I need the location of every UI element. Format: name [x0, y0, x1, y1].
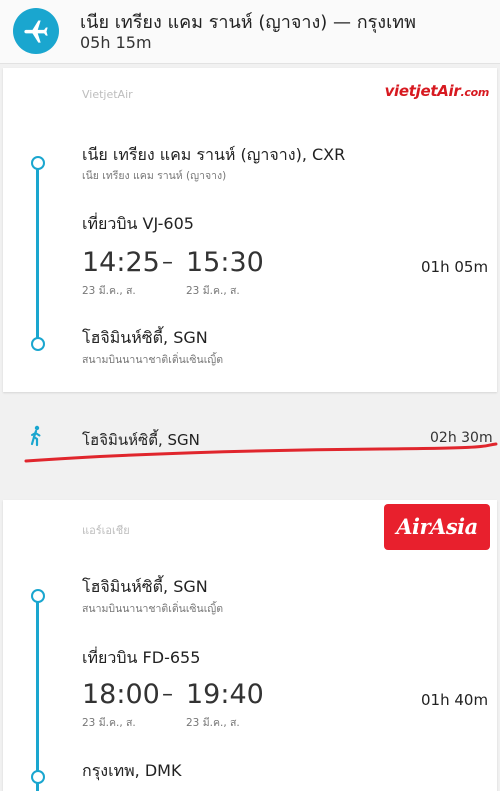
- total-duration: 05h 15m: [80, 33, 152, 52]
- flight-segment-card-2[interactable]: แอร์เอเชีย AirAsia โฮจิมินห์ซิตี้, SGN ส…: [3, 500, 497, 791]
- airasia-logo: AirAsia: [384, 504, 490, 550]
- arrival-date: 23 มี.ค., ส.: [186, 717, 240, 729]
- time-separator: –: [162, 250, 173, 275]
- arrival-time: 19:40: [186, 679, 264, 710]
- timeline-line: [36, 596, 39, 791]
- timeline-dot-departure: [31, 589, 45, 603]
- route-title: เนีย เทรียง แคม รานห์ (ญาจาง) — กรุงเทพ: [80, 12, 416, 33]
- trip-header: เนีย เทรียง แคม รานห์ (ญาจาง) — กรุงเทพ …: [0, 0, 500, 64]
- time-separator: –: [162, 682, 173, 707]
- departure-time: 14:25: [82, 247, 160, 278]
- flight-number: เที่ยวบิน FD-655: [82, 648, 201, 667]
- arrival-place: กรุงเทพ, DMK: [82, 761, 182, 780]
- arrival-date: 23 มี.ค., ส.: [186, 285, 240, 297]
- airline-name: VietjetAir: [82, 88, 133, 101]
- arrival-time: 15:30: [186, 247, 264, 278]
- vietjet-logo: vietjetAir.com: [384, 82, 490, 100]
- timeline-dot-arrival: [31, 337, 45, 351]
- airplane-icon: [13, 8, 59, 54]
- segment-duration: 01h 40m: [421, 691, 489, 709]
- departure-date: 23 มี.ค., ส.: [82, 717, 136, 729]
- departure-airport: เนีย เทรียง แคม รานห์ (ญาจาง): [82, 170, 227, 182]
- flight-number: เที่ยวบิน VJ-605: [82, 214, 194, 233]
- arrival-place: โฮจิมินห์ซิตี้, SGN: [82, 328, 208, 347]
- departure-place: โฮจิมินห์ซิตี้, SGN: [82, 577, 208, 596]
- timeline-line: [36, 164, 39, 344]
- departure-date: 23 มี.ค., ส.: [82, 285, 136, 297]
- timeline-dot-arrival: [31, 770, 45, 784]
- timeline-dot-departure: [31, 156, 45, 170]
- departure-place: เนีย เทรียง แคม รานห์ (ญาจาง), CXR: [82, 145, 346, 164]
- airline-name: แอร์เอเชีย: [82, 524, 130, 537]
- arrival-airport: สนามบินนานาชาติเติ่นเซินเญิ้ต: [82, 354, 224, 366]
- departure-time: 18:00: [82, 679, 160, 710]
- departure-airport: สนามบินนานาชาติเติ่นเซินเญิ้ต: [82, 603, 224, 615]
- red-underline-annotation: [24, 442, 498, 463]
- segment-duration: 01h 05m: [421, 258, 489, 276]
- flight-segment-card-1[interactable]: VietjetAir vietjetAir.com เนีย เทรียง แค…: [3, 68, 497, 392]
